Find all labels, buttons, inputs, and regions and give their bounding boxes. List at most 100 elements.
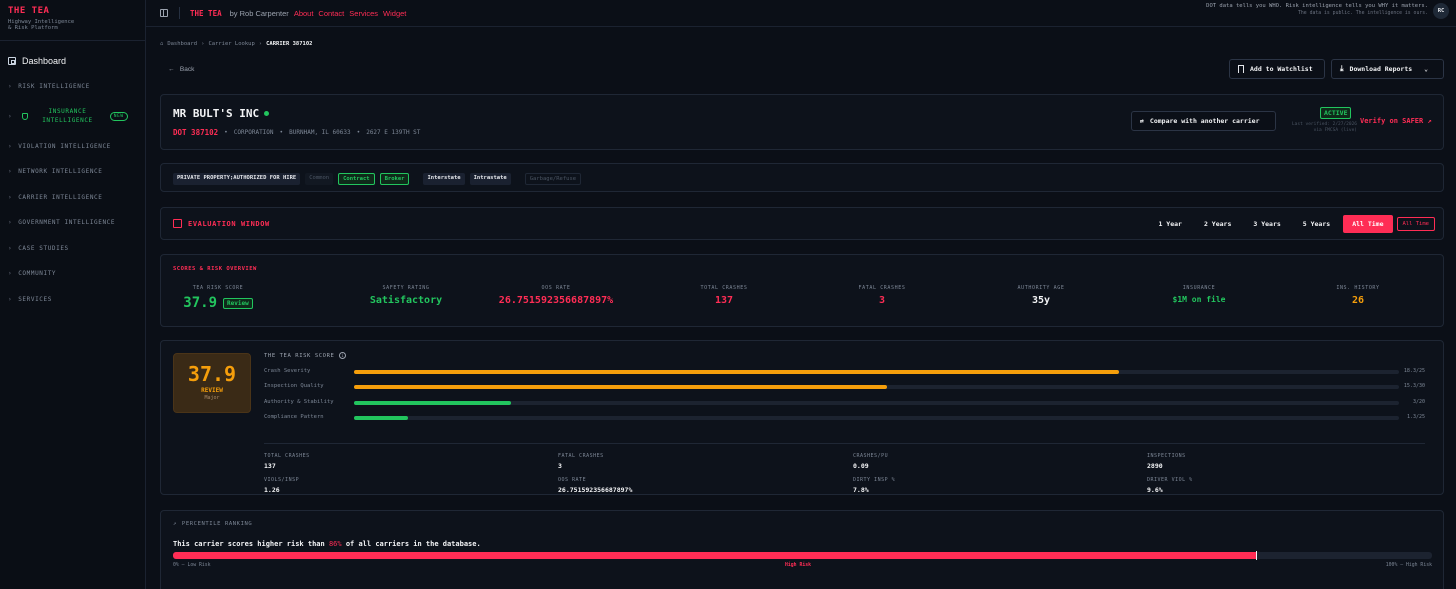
chevron-right-icon: ›	[8, 244, 13, 252]
score-bar-authority-stability: Authority & Stability 3/20	[264, 399, 1425, 407]
grid-icon	[8, 57, 16, 65]
metric-label: DIRTY INSP %	[853, 477, 896, 483]
back-button[interactable]: ← Back	[168, 66, 194, 73]
sidebar-toggle-icon[interactable]	[160, 9, 168, 17]
section-title: SCORES & RISK OVERVIEW	[173, 266, 257, 272]
carrier-address: 2627 E 139TH ST	[366, 129, 421, 136]
sidebar-item-label: VIOLATION INTELLIGENCE	[18, 142, 111, 150]
dot-number: DOT 387102	[173, 128, 219, 137]
stat-value: Satisfactory	[369, 295, 443, 306]
stat-value-text: 37.9	[183, 295, 218, 311]
range-tab-all-time[interactable]: All Time	[1343, 215, 1393, 233]
nav-link-about[interactable]: About	[294, 9, 314, 18]
tag-common: Common	[305, 173, 334, 185]
link-label: Verify on SAFER	[1360, 117, 1424, 125]
divider	[264, 443, 1425, 444]
tag-contract: Contract	[338, 173, 375, 185]
carrier-header-card: MR BULT'S INC DOT 387102 • CORPORATION •…	[160, 94, 1444, 150]
section-title: THE TEA RISK SCORE	[264, 352, 335, 359]
range-tab-1-year[interactable]: 1 Year	[1149, 215, 1190, 233]
scores-overview-card: SCORES & RISK OVERVIEW TEA RISK SCORE 37…	[160, 254, 1444, 327]
nav-link-services[interactable]: Services	[349, 9, 378, 18]
nav-link-widget[interactable]: Widget	[383, 9, 406, 18]
brand-subtitle-line2: & Risk Platform	[8, 25, 58, 31]
sidebar-item-label: INSURANCE INTELLIGENCE	[42, 107, 93, 125]
percentile-bar-fill	[173, 552, 1256, 559]
percentile-text: This carrier scores higher risk than 86%…	[173, 540, 481, 548]
sidebar-item-dashboard[interactable]: Dashboard	[0, 54, 145, 68]
divider	[179, 7, 180, 19]
risk-score-value: 37.9	[187, 362, 237, 386]
trending-up-icon: ↗	[173, 521, 177, 527]
stat-label: OOS RATE	[541, 285, 571, 291]
stat-value: 26	[1351, 295, 1365, 306]
stat-insurance: INSURANCE $1M on file	[1134, 285, 1264, 304]
sidebar-item-government-intelligence[interactable]: › GOVERNMENT INTELLIGENCE	[0, 217, 146, 227]
external-link-icon: ↗	[1427, 117, 1432, 125]
percentile-scale: 0% — Low Risk High Risk 100% — High Risk	[173, 563, 1432, 568]
stat-safety-rating: SAFETY RATING Satisfactory	[341, 285, 471, 306]
info-icon[interactable]: i	[339, 352, 347, 359]
sidebar-item-risk-intelligence[interactable]: › RISK INTELLIGENCE	[0, 81, 146, 91]
last-verified: Last verified: 2/27/2026 via FMCSA (live…	[1281, 122, 1357, 134]
sidebar-item-services[interactable]: › SERVICES	[0, 294, 146, 304]
bar-label: Compliance Pattern	[264, 414, 324, 420]
chevron-right-icon: ›	[8, 193, 13, 201]
range-tab-2-years[interactable]: 2 Years	[1195, 215, 1240, 233]
compare-carrier-button[interactable]: ⇄ Compare with another carrier	[1131, 111, 1276, 131]
chevron-right-icon: ›	[8, 112, 13, 120]
metric-label: CRASHES/PU	[853, 453, 889, 459]
bar-track	[354, 385, 1399, 389]
download-reports-button[interactable]: ⤓ Download Reports ⌄	[1331, 59, 1444, 79]
sidebar-item-community[interactable]: › COMMUNITY	[0, 268, 146, 278]
topbar-byline: by Rob Carpenter	[229, 8, 289, 18]
sidebar-item-label: GOVERNMENT INTELLIGENCE	[18, 218, 116, 226]
bar-fill	[354, 385, 887, 389]
sidebar-item-carrier-intelligence[interactable]: › CARRIER INTELLIGENCE	[0, 192, 146, 202]
topbar-brand[interactable]: THE TEA	[190, 9, 222, 18]
sidebar-item-label: SERVICES	[18, 295, 52, 303]
breadcrumb-home[interactable]: Dashboard	[167, 41, 197, 47]
verify-on-safer-link[interactable]: Verify on SAFER ↗	[1360, 117, 1432, 125]
brand-title: THE TEA	[8, 6, 50, 16]
stat-total-crashes: TOTAL CRASHES 137	[659, 285, 789, 306]
section-title: PERCENTILE RANKING	[181, 521, 253, 527]
carrier-meta: DOT 387102 • CORPORATION • BURNHAM, IL 6…	[173, 128, 420, 137]
stat-insurance-history: INS. HISTORY 26	[1293, 285, 1423, 306]
new-badge: NEW	[109, 111, 128, 121]
shield-icon	[22, 112, 29, 120]
stat-label: TOTAL CRASHES	[700, 285, 748, 291]
meta-separator: •	[279, 129, 284, 136]
risk-score-severity: Major	[204, 395, 220, 401]
stat-oos-rate: OOS RATE 26.751592356687897%	[471, 285, 641, 306]
score-bar-compliance-pattern: Compliance Pattern 1.3/25	[264, 414, 1425, 422]
range-tab-3-years[interactable]: 3 Years	[1244, 215, 1289, 233]
avatar[interactable]: RC	[1433, 3, 1449, 19]
metric-value: 7.8%	[853, 486, 869, 494]
breadcrumb-carrier-lookup[interactable]: Carrier Lookup	[208, 41, 254, 47]
metric-label: DRIVER VIOL %	[1147, 477, 1193, 483]
sidebar-item-violation-intelligence[interactable]: › VIOLATION INTELLIGENCE	[0, 141, 146, 151]
button-label: Compare with another carrier	[1149, 117, 1260, 125]
scale-mid-label: High Risk	[785, 563, 811, 568]
metric-value: 9.6%	[1147, 486, 1163, 494]
sidebar-item-insurance-intelligence[interactable]: › INSURANCE INTELLIGENCE NEW	[0, 106, 146, 126]
stat-label: AUTHORITY AGE	[1017, 285, 1065, 291]
sidebar-item-network-intelligence[interactable]: › NETWORK INTELLIGENCE	[0, 166, 146, 176]
nav-link-contact[interactable]: Contact	[318, 9, 344, 18]
metric-inspections: INSPECTIONS 2890	[1147, 453, 1347, 470]
metric-driver-viol: DRIVER VIOL % 9.6%	[1147, 477, 1347, 494]
sidebar-item-label: COMMUNITY	[18, 269, 57, 277]
risk-score-card: 37.9 REVIEW Major THE TEA RISK SCORE i C…	[160, 340, 1444, 495]
tagline-line2: The data is public. The intelligence is …	[1298, 11, 1428, 16]
scale-high-label: 100% — High Risk	[1385, 563, 1432, 568]
risk-score-title: THE TEA RISK SCORE i	[264, 352, 347, 359]
percentile-text-after: of all carriers in the database.	[345, 540, 481, 548]
add-to-watchlist-button[interactable]: Add to Watchlist	[1229, 59, 1325, 79]
range-tab-5-years[interactable]: 5 Years	[1294, 215, 1339, 233]
sidebar-item-case-studies[interactable]: › CASE STUDIES	[0, 243, 146, 253]
calendar-icon	[173, 219, 182, 228]
bar-fill	[354, 370, 1119, 374]
stat-label: TEA RISK SCORE	[192, 285, 244, 291]
brand-subtitle: Highway Intelligence & Risk Platform	[8, 19, 137, 31]
